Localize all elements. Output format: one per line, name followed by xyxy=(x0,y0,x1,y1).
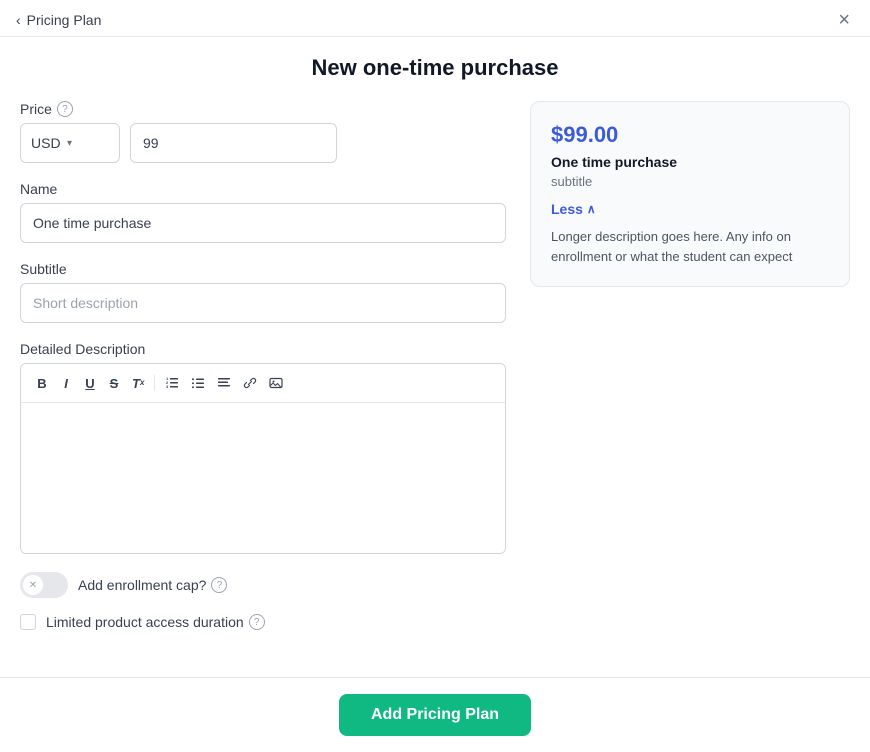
page-title: New one-time purchase xyxy=(0,37,870,101)
align-button[interactable] xyxy=(212,372,236,394)
name-field-group: Name xyxy=(20,181,506,243)
detailed-desc-label: Detailed Description xyxy=(20,341,506,357)
preview-name: One time purchase xyxy=(551,154,829,170)
add-pricing-plan-button[interactable]: Add Pricing Plan xyxy=(339,694,531,736)
content-area: Price ? USD EUR GBP ▾ Nam xyxy=(0,101,870,646)
top-bar: ‹ Pricing Plan × xyxy=(0,0,870,37)
link-button[interactable] xyxy=(238,372,262,394)
name-input[interactable] xyxy=(20,203,506,243)
name-label: Name xyxy=(20,181,506,197)
preview-card: $99.00 One time purchase subtitle Less ∧… xyxy=(530,101,850,287)
preview-subtitle: subtitle xyxy=(551,174,829,189)
editor-body[interactable] xyxy=(21,403,505,553)
back-label: Pricing Plan xyxy=(27,12,102,28)
price-help-icon[interactable]: ? xyxy=(57,101,73,117)
limited-access-row: Limited product access duration ? xyxy=(20,614,506,630)
limited-access-label: Limited product access duration ? xyxy=(46,614,265,630)
price-label: Price ? xyxy=(20,101,506,117)
toolbar-separator xyxy=(154,375,155,391)
editor-toolbar: B I U S Tx 1 2 3 xyxy=(21,364,505,403)
back-arrow-icon: ‹ xyxy=(16,12,21,28)
clear-format-button[interactable]: Tx xyxy=(127,372,149,394)
currency-dropdown[interactable]: USD EUR GBP xyxy=(31,135,61,151)
currency-select[interactable]: USD EUR GBP ▾ xyxy=(20,123,120,163)
editor-container: B I U S Tx 1 2 3 xyxy=(20,363,506,554)
limited-access-help-icon[interactable]: ? xyxy=(249,614,265,630)
image-button[interactable] xyxy=(264,372,288,394)
svg-text:3: 3 xyxy=(166,384,169,389)
subtitle-input[interactable] xyxy=(20,283,506,323)
italic-button[interactable]: I xyxy=(55,372,77,394)
toggle-x-icon: ✕ xyxy=(29,580,37,591)
unordered-list-button[interactable] xyxy=(186,372,210,394)
preview-price: $99.00 xyxy=(551,122,829,148)
footer: Add Pricing Plan xyxy=(0,677,870,752)
bold-button[interactable]: B xyxy=(31,372,53,394)
preview-section: $99.00 One time purchase subtitle Less ∧… xyxy=(530,101,850,646)
price-input-wrapper xyxy=(130,123,506,163)
close-button[interactable]: × xyxy=(838,10,850,30)
strikethrough-button[interactable]: S xyxy=(103,372,125,394)
toggle-thumb: ✕ xyxy=(23,575,43,595)
price-row: USD EUR GBP ▾ xyxy=(20,123,506,163)
limited-access-checkbox[interactable] xyxy=(20,614,36,630)
less-button[interactable]: Less ∧ xyxy=(551,201,596,217)
form-section: Price ? USD EUR GBP ▾ Nam xyxy=(20,101,506,646)
preview-description: Longer description goes here. Any info o… xyxy=(551,227,829,266)
enrollment-cap-toggle[interactable]: ✕ xyxy=(20,572,68,598)
enrollment-help-icon[interactable]: ? xyxy=(211,577,227,593)
price-field-group: Price ? USD EUR GBP ▾ xyxy=(20,101,506,163)
subtitle-label: Subtitle xyxy=(20,261,506,277)
subtitle-field-group: Subtitle xyxy=(20,261,506,323)
underline-button[interactable]: U xyxy=(79,372,101,394)
ordered-list-button[interactable]: 1 2 3 xyxy=(160,372,184,394)
enrollment-cap-row: ✕ Add enrollment cap? ? xyxy=(20,572,506,598)
detailed-desc-field-group: Detailed Description B I U S Tx 1 xyxy=(20,341,506,554)
chevron-up-icon: ∧ xyxy=(587,202,596,216)
enrollment-cap-label: Add enrollment cap? ? xyxy=(78,577,227,593)
back-link[interactable]: ‹ Pricing Plan xyxy=(16,12,101,28)
chevron-down-icon: ▾ xyxy=(67,138,72,149)
price-input[interactable] xyxy=(130,123,337,163)
